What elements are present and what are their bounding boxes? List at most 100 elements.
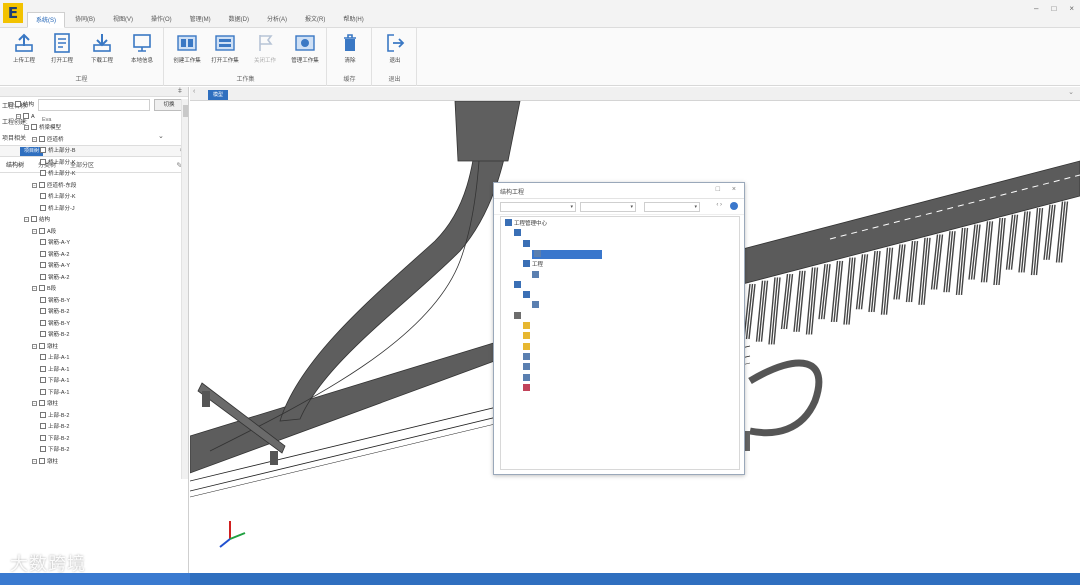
view-menu-icon[interactable]: ⌄ [1068, 88, 1074, 96]
menu-tab[interactable]: 数据(D) [221, 12, 257, 28]
tree-node[interactable]: 钢筋-B-Y [40, 319, 70, 329]
checkbox[interactable] [40, 273, 46, 280]
tree-node[interactable]: 桥上部分-K [40, 170, 76, 179]
dialog-tree-node[interactable] [523, 352, 532, 362]
checkbox[interactable] [39, 227, 45, 234]
filter-select-1[interactable]: ▾ [500, 202, 576, 212]
menu-tab[interactable]: 视图(V) [105, 12, 141, 28]
prev-icon[interactable]: ‹ › [716, 202, 722, 208]
checkbox[interactable] [39, 400, 45, 406]
checkbox[interactable] [39, 181, 45, 188]
upload-project-button[interactable]: 上传工程 [6, 32, 42, 64]
close-icon[interactable]: × [732, 186, 736, 193]
dialog-tree-node[interactable] [532, 270, 541, 280]
expand-toggle-icon[interactable]: − [24, 217, 29, 222]
checkbox[interactable] [40, 354, 46, 360]
tree-node[interactable]: 下部-B-2 [40, 434, 69, 444]
restore-icon[interactable]: □ [716, 186, 720, 193]
expand-toggle-icon[interactable]: − [32, 343, 37, 349]
checkbox[interactable] [40, 411, 46, 418]
tree-node[interactable]: 钢筋-A-Y [40, 262, 70, 271]
checkbox[interactable] [40, 250, 46, 257]
local-info-button[interactable]: 本地信息 [124, 32, 160, 64]
dialog-tree-node[interactable] [523, 383, 532, 393]
checkbox[interactable] [15, 101, 21, 107]
tree-node[interactable]: 上部-B-2 [40, 423, 69, 432]
tree-node[interactable]: 钢筋-A-Y [40, 239, 70, 248]
checkbox[interactable] [40, 434, 46, 441]
dialog-tree-node[interactable] [514, 280, 523, 290]
checkbox[interactable] [39, 457, 45, 464]
clear-cache-button[interactable]: 清除 [332, 32, 368, 64]
tree-node[interactable]: − 匝道桥-东段 [32, 181, 76, 191]
tree-node[interactable]: − 墩柱 [32, 342, 58, 352]
expand-toggle-icon[interactable]: − [32, 401, 37, 406]
dialog-tree-node[interactable] [514, 229, 523, 238]
menu-tab[interactable]: 报文(R) [297, 12, 333, 28]
tree-node[interactable]: 桥上部分-J [40, 204, 75, 214]
expand-toggle-icon[interactable]: − [32, 228, 37, 234]
checkbox[interactable] [39, 342, 45, 349]
create-workset-button[interactable]: 创建工作集 [169, 32, 205, 64]
manage-workset-button[interactable]: 管理工作集 [287, 32, 323, 64]
dialog-tree-node[interactable] [514, 311, 523, 321]
tree-node[interactable]: − 结构 [8, 101, 34, 110]
menu-tab[interactable]: 分析(A) [259, 12, 295, 28]
tree-node[interactable]: 下部-A-1 [40, 388, 69, 398]
checkbox[interactable] [40, 319, 46, 326]
checkbox[interactable] [40, 365, 46, 372]
tree-node[interactable]: − B段 [32, 285, 56, 294]
tree-node[interactable]: − A [16, 112, 35, 122]
tree-node[interactable]: 桥上部分-B [40, 147, 76, 156]
tree-node[interactable]: − 结构 [24, 216, 50, 225]
expand-toggle-icon[interactable]: − [32, 136, 37, 142]
scrollbar-thumb[interactable] [183, 105, 188, 117]
tree-node[interactable]: 上部-A-1 [40, 354, 69, 363]
tree-node[interactable]: − 匝道桥 [32, 135, 64, 145]
checkbox[interactable] [40, 296, 46, 303]
tree-scrollbar[interactable] [181, 99, 188, 479]
tree-node[interactable]: 钢筋-B-2 [40, 308, 69, 317]
checkbox[interactable] [23, 112, 29, 119]
download-project-button[interactable]: 下载工程 [84, 32, 120, 64]
checkbox[interactable] [40, 388, 46, 395]
close-icon[interactable]: × [1069, 4, 1074, 13]
dialog-tree-node[interactable]: 工程 [523, 260, 543, 269]
open-project-button[interactable]: 打开工程 [44, 32, 80, 64]
checkbox[interactable] [40, 239, 46, 245]
expand-toggle-icon[interactable]: − [24, 125, 29, 130]
checkbox[interactable] [40, 170, 46, 176]
tree-node[interactable]: 钢筋-A-2 [40, 250, 69, 260]
tree-node[interactable]: − 墩柱 [32, 400, 58, 409]
dialog-tree-node[interactable] [523, 363, 532, 372]
checkbox[interactable] [40, 423, 46, 429]
tree-node[interactable]: 钢筋-A-2 [40, 273, 69, 283]
tree-node[interactable]: 下部-B-2 [40, 446, 69, 455]
dialog-tree-node[interactable]: 工程管理中心 [505, 219, 547, 228]
checkbox[interactable] [39, 135, 45, 142]
tree-node[interactable]: 上部-A-1 [40, 365, 69, 375]
checkbox[interactable] [40, 147, 46, 153]
exit-button[interactable]: 退出 [377, 32, 413, 64]
close-workset-button[interactable]: 关闭工作 [247, 32, 283, 64]
tree-node[interactable]: 上部-B-2 [40, 411, 69, 421]
menu-tab[interactable]: 操作(O) [143, 12, 180, 28]
menu-tab[interactable]: 管理(M) [182, 12, 219, 28]
dialog-tree-node[interactable] [523, 342, 532, 352]
dialog-tree-node[interactable] [523, 322, 532, 331]
dialog-tree-node[interactable] [523, 291, 532, 300]
tree-node[interactable]: − A段 [32, 227, 56, 237]
dialog-tree-node[interactable] [532, 301, 541, 310]
expand-toggle-icon[interactable]: − [32, 286, 37, 291]
checkbox[interactable] [40, 308, 46, 314]
pin-icon[interactable]: ǂ [178, 87, 182, 97]
open-workset-button[interactable]: 打开工作集 [207, 32, 243, 64]
filter-select-2[interactable]: ▾ [580, 202, 636, 212]
dialog-tree-node[interactable] [532, 249, 602, 259]
expand-toggle-icon[interactable]: − [8, 102, 13, 107]
minimize-icon[interactable]: – [1034, 4, 1038, 13]
maximize-icon[interactable]: □ [1051, 4, 1056, 13]
menu-tab[interactable]: 系统(S) [27, 12, 65, 28]
checkbox[interactable] [40, 193, 46, 199]
globe-icon[interactable] [730, 202, 738, 210]
